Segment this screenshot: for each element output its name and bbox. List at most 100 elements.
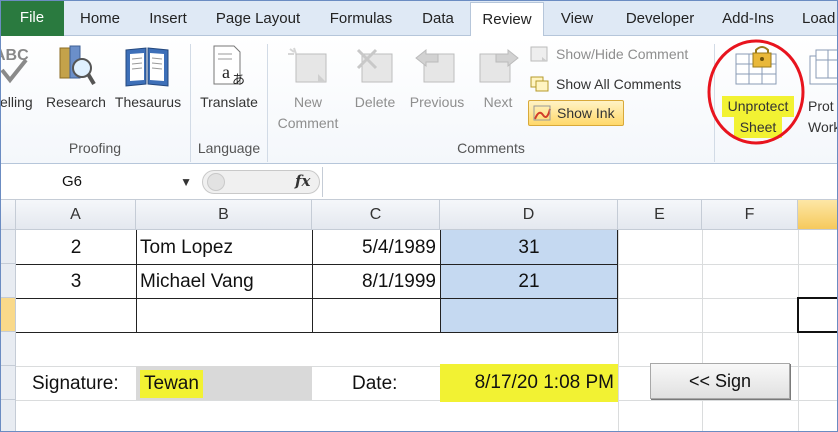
chevron-down-icon[interactable]: ▼ bbox=[180, 170, 192, 194]
signature-label: Signature: bbox=[32, 373, 119, 394]
thesaurus-label: Thesaurus bbox=[114, 94, 182, 110]
date-value: 8/17/20 1:08 PM bbox=[440, 364, 618, 402]
tab-insert[interactable]: Insert bbox=[136, 2, 200, 35]
worksheet-grid: A B C D E F 2 Tom Lopez 5/4/1989 31 3 Mi… bbox=[0, 200, 838, 432]
tab-load[interactable]: Load bbox=[790, 2, 838, 35]
tab-developer[interactable]: Developer bbox=[610, 2, 710, 35]
delete-comment-icon bbox=[354, 46, 398, 86]
name-box[interactable]: G6 ▼ bbox=[6, 170, 196, 194]
previous-comment-icon bbox=[414, 46, 458, 86]
next-label: Next bbox=[483, 94, 513, 110]
show-all-comments-icon bbox=[530, 76, 549, 92]
table-cell[interactable]: 5/4/1989 bbox=[312, 232, 436, 264]
delete-comment-button[interactable]: Delete bbox=[346, 40, 404, 136]
thesaurus-button[interactable]: Thesaurus bbox=[110, 40, 186, 136]
tab-page-layout[interactable]: Page Layout bbox=[202, 2, 314, 35]
gridline bbox=[618, 332, 798, 333]
row-header[interactable] bbox=[0, 366, 16, 400]
gridline bbox=[702, 230, 703, 432]
language-group-label: Language bbox=[197, 140, 261, 156]
table-cell[interactable]: 31 bbox=[440, 232, 618, 264]
table-cell[interactable]: Tom Lopez bbox=[140, 232, 233, 264]
translate-label: Translate bbox=[200, 94, 258, 110]
row-header[interactable] bbox=[0, 264, 16, 298]
gridline bbox=[618, 230, 619, 432]
research-label: Research bbox=[46, 94, 106, 110]
table-cell[interactable]: 8/1/1999 bbox=[312, 266, 436, 298]
formula-bar: G6 ▼ fx bbox=[0, 164, 838, 200]
column-header-f[interactable]: F bbox=[702, 200, 798, 230]
table-cell[interactable]: Michael Vang bbox=[140, 266, 254, 298]
previous-comment-button[interactable]: Previous bbox=[404, 40, 470, 136]
protect-workbook-icon bbox=[808, 44, 838, 88]
column-header-b[interactable]: B bbox=[136, 200, 312, 230]
tab-add-ins[interactable]: Add-Ins bbox=[712, 2, 784, 35]
column-header-g[interactable] bbox=[798, 200, 838, 230]
tab-home[interactable]: Home bbox=[66, 2, 134, 35]
column-header-d[interactable]: D bbox=[440, 200, 618, 230]
translate-button[interactable]: a あ Translate bbox=[192, 40, 266, 136]
insert-function-button[interactable]: fx bbox=[295, 172, 310, 190]
new-comment-button[interactable]: New Comment bbox=[272, 40, 344, 136]
column-header-e[interactable]: E bbox=[618, 200, 702, 230]
cancel-circle-icon[interactable] bbox=[207, 173, 225, 191]
signature-value: Tewan bbox=[140, 370, 203, 398]
protect-label-line1: Prot bbox=[808, 98, 834, 114]
translate-icon: a あ bbox=[210, 44, 250, 88]
next-comment-button[interactable]: Next bbox=[472, 40, 524, 136]
formula-controls: fx bbox=[202, 170, 320, 194]
new-comment-label-line1: New bbox=[293, 94, 322, 110]
show-hide-comment-label: Show/Hide Comment bbox=[556, 46, 689, 62]
tab-view[interactable]: View bbox=[546, 2, 608, 35]
new-comment-icon bbox=[286, 46, 330, 86]
show-hide-comment-icon bbox=[530, 46, 548, 62]
research-icon bbox=[56, 42, 96, 90]
gridline bbox=[16, 400, 838, 401]
tab-data[interactable]: Data bbox=[408, 2, 468, 35]
group-separator bbox=[267, 44, 268, 162]
proofing-group-label: Proofing bbox=[68, 140, 122, 156]
row-header-selected[interactable] bbox=[0, 298, 16, 332]
spelling-icon: ABC bbox=[0, 44, 30, 88]
row-header[interactable] bbox=[0, 230, 16, 264]
comments-group-label: Comments bbox=[457, 140, 525, 156]
row-header[interactable] bbox=[0, 400, 16, 432]
new-comment-label-line2: Comment bbox=[277, 115, 339, 131]
ribbon: ABC elling Research bbox=[0, 36, 838, 164]
date-label: Date: bbox=[352, 373, 398, 394]
spelling-label: elling bbox=[0, 94, 33, 110]
group-separator bbox=[190, 44, 191, 162]
ribbon-tab-bar: File Home Insert Page Layout Formulas Da… bbox=[0, 0, 838, 37]
column-header-c[interactable]: C bbox=[312, 200, 440, 230]
select-all-corner[interactable] bbox=[0, 200, 16, 230]
tab-review[interactable]: Review bbox=[470, 2, 544, 37]
table-border bbox=[16, 332, 618, 333]
svg-text:あ: あ bbox=[232, 73, 245, 88]
delete-label: Delete bbox=[354, 94, 396, 110]
spelling-button[interactable]: ABC elling bbox=[0, 40, 44, 136]
row-header[interactable] bbox=[0, 332, 16, 366]
previous-label: Previous bbox=[409, 94, 465, 110]
tab-file[interactable]: File bbox=[0, 0, 64, 36]
table-border bbox=[16, 298, 618, 299]
active-cell-g6[interactable] bbox=[797, 297, 838, 333]
column-header-a[interactable]: A bbox=[16, 200, 136, 230]
next-comment-icon bbox=[476, 46, 520, 86]
gridline bbox=[618, 264, 838, 265]
sign-button[interactable]: << Sign bbox=[650, 363, 790, 399]
svg-text:a: a bbox=[222, 62, 230, 82]
show-all-comments-label: Show All Comments bbox=[556, 76, 682, 92]
table-cell[interactable]: 21 bbox=[440, 266, 618, 298]
formula-input[interactable] bbox=[322, 167, 838, 197]
table-cell[interactable]: 2 bbox=[16, 232, 136, 264]
show-ink-button[interactable]: Show Ink bbox=[528, 100, 624, 126]
table-cell[interactable]: 3 bbox=[16, 266, 136, 298]
table-border bbox=[16, 264, 618, 265]
red-annotation-circle bbox=[707, 39, 805, 145]
name-box-value: G6 bbox=[62, 173, 83, 190]
research-button[interactable]: Research bbox=[44, 40, 108, 136]
protect-label-line2: Workb bbox=[808, 119, 838, 135]
thesaurus-icon bbox=[124, 44, 170, 88]
tab-formulas[interactable]: Formulas bbox=[316, 2, 406, 35]
table-border bbox=[136, 230, 137, 332]
